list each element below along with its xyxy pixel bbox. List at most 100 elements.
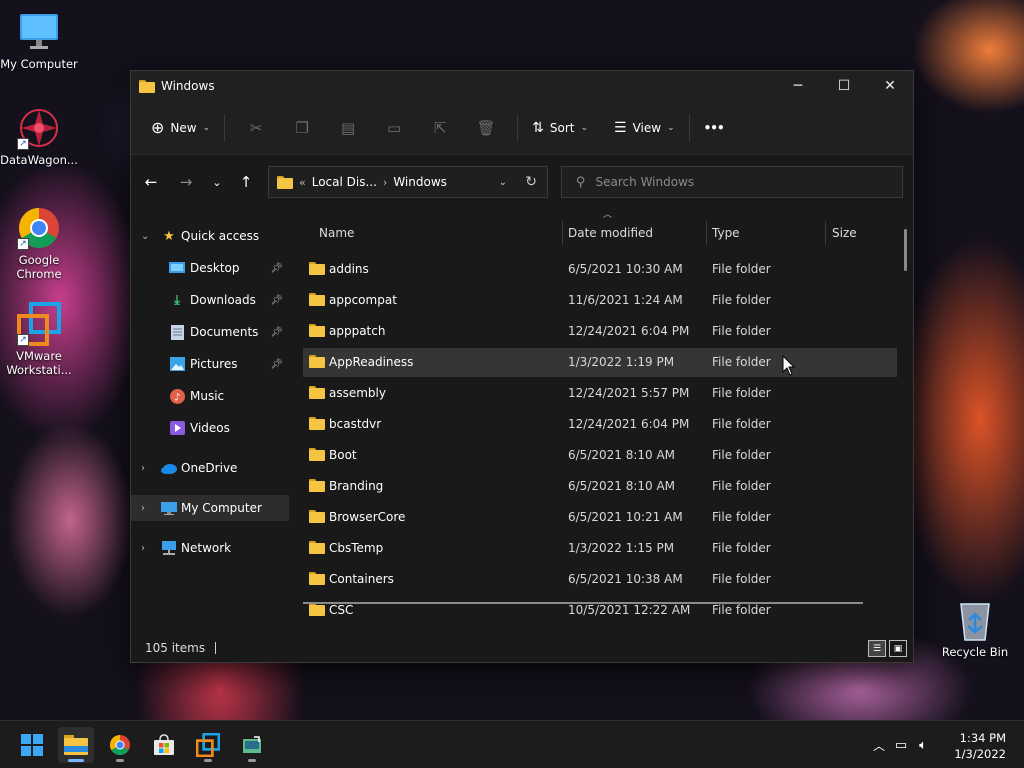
rename-button[interactable]: ▭	[371, 112, 417, 144]
nav-item-desktop[interactable]: Desktop 📌︎	[131, 255, 289, 281]
view-button[interactable]: ☰ View ⌄	[608, 112, 681, 144]
horizontal-scrollbar[interactable]	[303, 602, 863, 604]
breadcrumb-overflow[interactable]: «	[299, 176, 306, 189]
breadcrumb-windows[interactable]: Windows	[393, 175, 447, 189]
cloud-icon	[161, 460, 177, 476]
file-name: appcompat	[329, 293, 397, 307]
column-header-size[interactable]: Size	[832, 211, 892, 255]
file-date: 12/24/2021 6:04 PM	[568, 417, 690, 431]
table-row[interactable]: addins 6/5/2021 10:30 AM File folder	[303, 255, 897, 284]
more-options-button[interactable]: •••	[698, 112, 730, 144]
column-divider[interactable]	[825, 221, 826, 245]
taskbar-file-explorer[interactable]	[58, 727, 94, 763]
store-icon	[154, 734, 174, 755]
clock[interactable]: 1:34 PM 1/3/2022	[954, 730, 1006, 762]
table-row[interactable]: assembly 12/24/2021 5:57 PM File folder	[303, 379, 897, 408]
chevron-down-icon[interactable]: ⌄	[499, 177, 507, 188]
close-button[interactable]: ✕	[867, 71, 913, 101]
nav-onedrive[interactable]: › OneDrive	[131, 455, 289, 481]
breadcrumb-local-disk[interactable]: Local Dis...	[312, 175, 377, 189]
speaker-icon[interactable]: 🔈︎	[914, 738, 932, 753]
desktop-icon-datawagon[interactable]: ↗ DataWagon...	[0, 106, 78, 167]
nav-item-videos[interactable]: Videos	[131, 415, 289, 441]
nav-item-pictures[interactable]: Pictures 📌︎	[131, 351, 289, 377]
address-bar[interactable]: « Local Dis... › Windows ⌄ ↻	[268, 166, 548, 198]
nav-quick-access[interactable]: ⌄ ★ Quick access	[131, 223, 289, 249]
document-icon	[169, 324, 185, 340]
large-icons-view-button[interactable]: ▣	[889, 640, 907, 657]
nav-item-downloads[interactable]: ⤓ Downloads 📌︎	[131, 287, 289, 313]
active-indicator	[68, 759, 84, 762]
nav-label: Videos	[190, 421, 230, 435]
table-row[interactable]: AppReadiness 1/3/2022 1:19 PM File folder	[303, 348, 897, 377]
refresh-icon[interactable]: ↻	[525, 174, 537, 190]
table-row[interactable]: BrowserCore 6/5/2021 10:21 AM File folder	[303, 503, 897, 532]
paste-button[interactable]: ▤	[325, 112, 371, 144]
cut-button[interactable]: ✂	[233, 112, 279, 144]
table-row[interactable]: apppatch 12/24/2021 6:04 PM File folder	[303, 317, 897, 346]
column-divider[interactable]	[706, 221, 707, 245]
desktop-icon-recycle-bin[interactable]: Recycle Bin	[936, 598, 1014, 659]
file-name: BrowserCore	[329, 510, 406, 524]
chevron-up-icon[interactable]: ︿	[870, 737, 888, 754]
forward-button[interactable]: →	[170, 166, 202, 198]
maximize-button[interactable]: ☐	[821, 71, 867, 101]
file-type: File folder	[712, 603, 771, 617]
taskbar-chrome[interactable]	[102, 727, 138, 763]
minimize-button[interactable]: ─	[775, 71, 821, 101]
table-row[interactable]: Containers 6/5/2021 10:38 AM File folder	[303, 565, 897, 594]
table-row[interactable]: Branding 6/5/2021 8:10 AM File folder	[303, 472, 897, 501]
copy-button[interactable]: ❐	[279, 112, 325, 144]
search-input[interactable]: ⚲ Search Windows	[561, 166, 903, 198]
file-date: 1/3/2022 1:15 PM	[568, 541, 675, 555]
nav-label: Network	[181, 541, 232, 555]
navigation-pane: ⌄ ★ Quick access Desktop 📌︎ ⤓ Downloads …	[131, 211, 289, 634]
desktop-icon-google-chrome[interactable]: ↗ Google Chrome	[0, 206, 78, 281]
running-indicator	[204, 759, 212, 762]
new-button[interactable]: ⊕ New ⌄	[145, 112, 216, 144]
file-name: addins	[329, 262, 369, 276]
chevron-right-icon[interactable]: ›	[141, 543, 145, 554]
nav-item-music[interactable]: ♪ Music	[131, 383, 289, 409]
system-tray: ︿ ▭ 🔈︎	[870, 721, 932, 768]
table-row[interactable]: CSC 10/5/2021 12:22 AM File folder	[303, 596, 897, 625]
column-header-date[interactable]: Date modified	[568, 211, 698, 255]
nav-item-documents[interactable]: Documents 📌︎	[131, 319, 289, 345]
title-bar[interactable]: Windows ─ ☐ ✕	[131, 71, 913, 101]
table-row[interactable]: bcastdvr 12/24/2021 6:04 PM File folder	[303, 410, 897, 439]
content-body: ⌄ ★ Quick access Desktop 📌︎ ⤓ Downloads …	[131, 210, 913, 634]
file-type: File folder	[712, 448, 771, 462]
folder-icon	[309, 510, 325, 523]
chevron-right-icon[interactable]: ›	[141, 503, 145, 514]
chevron-down-icon[interactable]: ⌄	[141, 231, 149, 242]
sort-button[interactable]: ⇅ Sort ⌄	[526, 112, 594, 144]
start-button[interactable]	[14, 727, 50, 763]
arrow-up-icon: ↑	[239, 173, 253, 191]
table-row[interactable]: CbsTemp 1/3/2022 1:15 PM File folder	[303, 534, 897, 563]
chevron-right-icon[interactable]: ›	[141, 463, 145, 474]
nav-my-computer[interactable]: › My Computer	[131, 495, 289, 521]
desktop-icon-my-computer[interactable]: My Computer	[0, 10, 78, 71]
details-view-button[interactable]: ☰	[868, 640, 886, 657]
share-button[interactable]: ⇱	[417, 112, 463, 144]
up-button[interactable]: ↑	[230, 166, 262, 198]
chrome-icon: ↗	[17, 206, 61, 250]
nav-network[interactable]: › Network	[131, 535, 289, 561]
folder-icon	[277, 175, 293, 189]
back-button[interactable]: ←	[135, 166, 167, 198]
network-icon[interactable]: ▭	[888, 738, 914, 753]
taskbar-app[interactable]	[234, 727, 270, 763]
delete-button[interactable]: 🗑︎	[463, 112, 509, 144]
taskbar-microsoft-store[interactable]	[146, 727, 182, 763]
column-header-name[interactable]: Name	[319, 211, 559, 255]
file-type: File folder	[712, 572, 771, 586]
vertical-scrollbar[interactable]	[904, 229, 907, 271]
table-row[interactable]: appcompat 11/6/2021 1:24 AM File folder	[303, 286, 897, 315]
table-row[interactable]: Boot 6/5/2021 8:10 AM File folder	[303, 441, 897, 470]
column-header-type[interactable]: Type	[712, 211, 822, 255]
desktop-icon-vmware[interactable]: ↗ VMware Workstati...	[0, 302, 78, 377]
details-view-icon: ☰	[872, 643, 882, 654]
column-divider[interactable]	[562, 221, 563, 245]
recent-locations-button[interactable]: ⌄	[201, 166, 233, 198]
taskbar-vmware[interactable]	[190, 727, 226, 763]
